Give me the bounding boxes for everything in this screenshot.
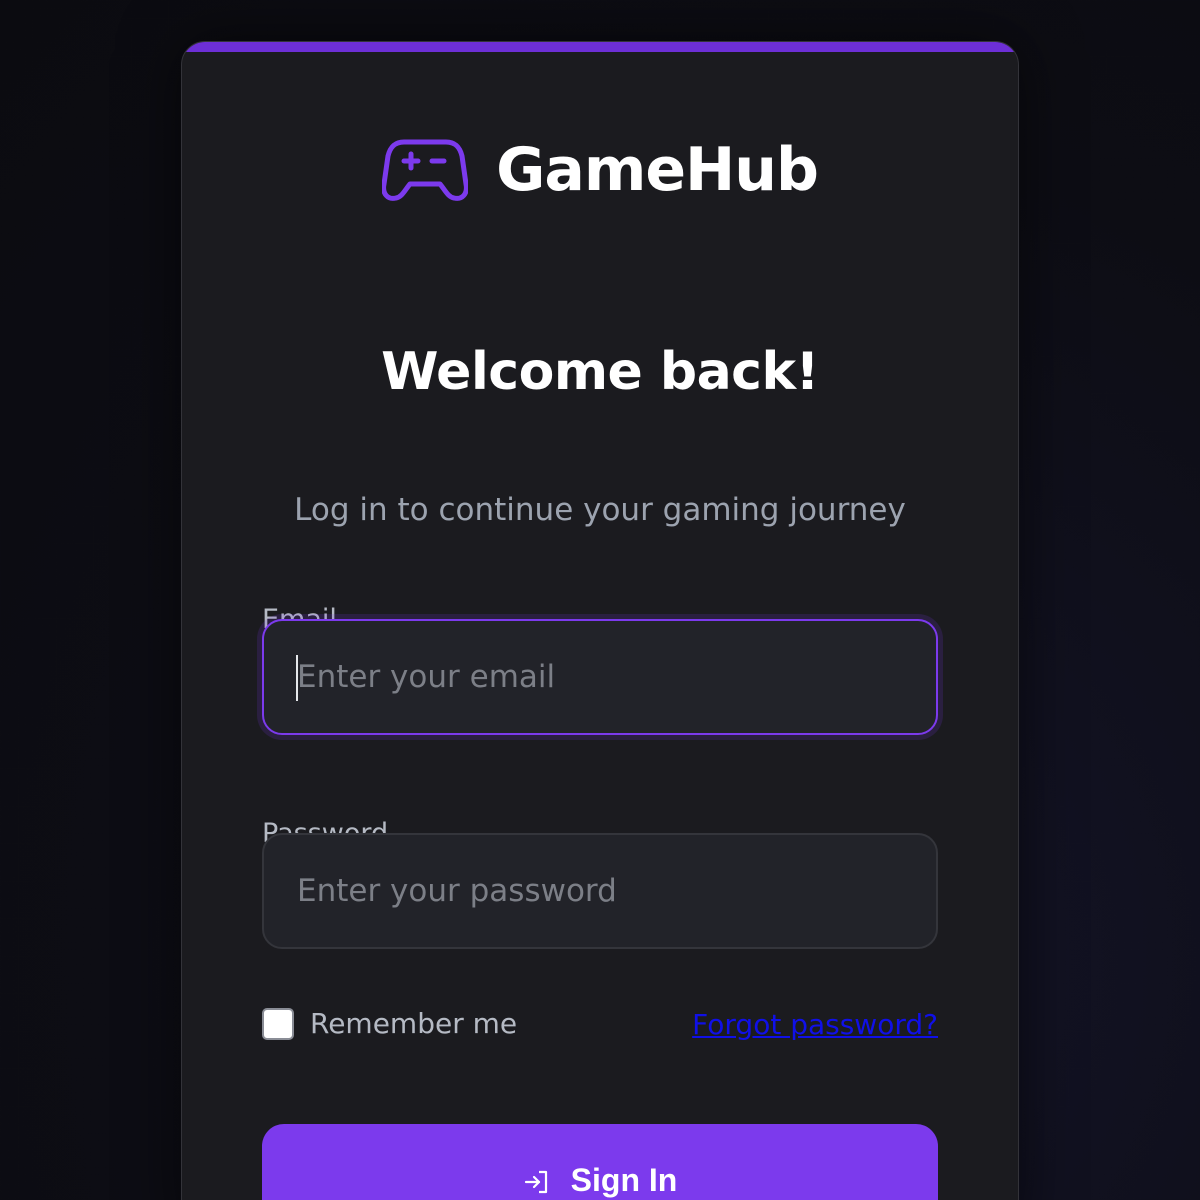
card-accent-bar (182, 42, 1018, 52)
remember-me-label[interactable]: Remember me (310, 1007, 517, 1040)
password-field[interactable] (262, 833, 938, 949)
sign-in-button[interactable]: Sign In (262, 1124, 938, 1200)
sign-in-icon (524, 1170, 547, 1194)
page-subtitle: Log in to continue your gaming journey (294, 492, 906, 528)
remember-me-checkbox[interactable] (262, 1007, 294, 1040)
text-caret (296, 655, 298, 701)
sign-in-label: Sign In (570, 1162, 678, 1198)
remember-me-row[interactable]: Remember me (262, 1007, 517, 1040)
email-field[interactable] (262, 619, 938, 735)
forgot-password-link[interactable]: Forgot password? (692, 1008, 938, 1041)
gamepad-icon (382, 139, 469, 201)
login-card: GameHub Welcome back! Log in to continue… (181, 41, 1019, 1200)
brand-logo: GameHub (182, 134, 1018, 206)
page-title: Welcome back! (381, 342, 819, 402)
brand-name: GameHub (496, 135, 819, 205)
